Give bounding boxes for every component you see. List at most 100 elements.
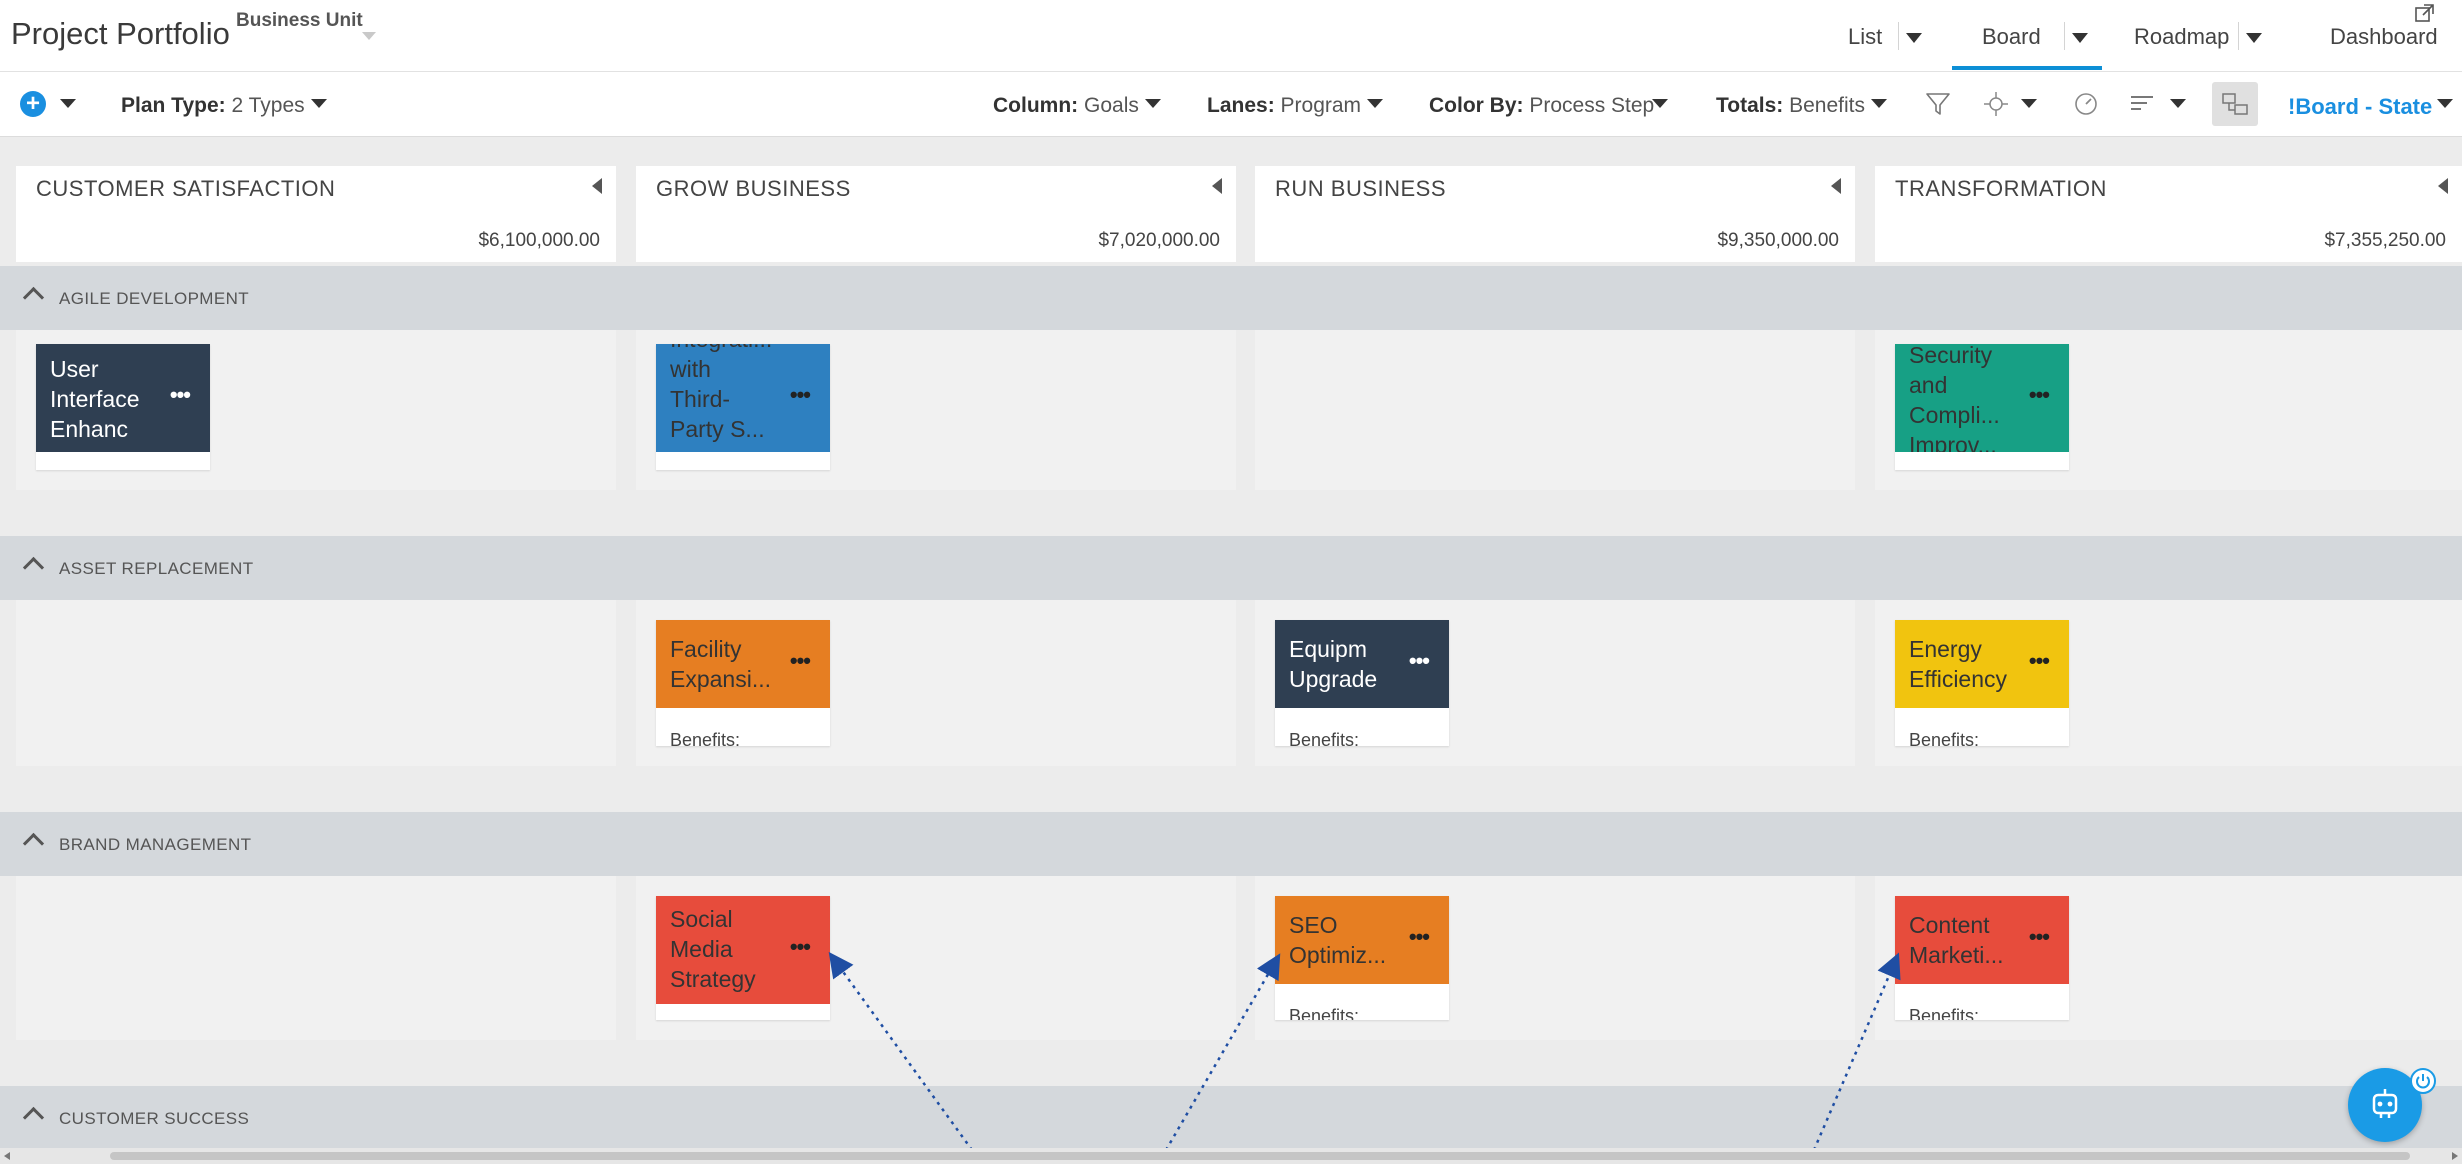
list-options-caret-icon[interactable] bbox=[1906, 33, 1922, 43]
lanes-caret-icon[interactable] bbox=[1367, 99, 1383, 108]
more-options-icon[interactable]: ••• bbox=[1409, 924, 1430, 950]
power-badge-icon[interactable] bbox=[2410, 1068, 2436, 1094]
card-title: Security and Compli... Improv... bbox=[1909, 344, 2000, 452]
crosshair-move-icon[interactable] bbox=[1982, 90, 2010, 118]
move-options-caret-icon[interactable] bbox=[2021, 99, 2037, 108]
more-options-icon[interactable]: ••• bbox=[790, 382, 811, 408]
card-header: Facility Expansi... ••• bbox=[656, 620, 830, 708]
lane-header-brand-management[interactable]: BRAND MANAGEMENT bbox=[0, 812, 2462, 876]
more-options-icon[interactable]: ••• bbox=[790, 934, 811, 960]
column-selector[interactable]: Column: Goals bbox=[993, 94, 1139, 118]
project-card[interactable]: Security and Compli... Improv... ••• bbox=[1895, 344, 2069, 470]
sort-caret-icon[interactable] bbox=[2170, 99, 2186, 108]
lanes-selector[interactable]: Lanes: Program bbox=[1207, 94, 1361, 118]
column-total: $7,355,250.00 bbox=[2324, 230, 2446, 251]
plan-type-label: Plan Type: bbox=[121, 94, 226, 117]
dependency-toggle-icon bbox=[2222, 93, 2248, 115]
tab-roadmap[interactable]: Roadmap bbox=[2134, 24, 2229, 50]
collapse-column-icon[interactable] bbox=[1831, 178, 1841, 194]
column-value: Goals bbox=[1084, 94, 1139, 117]
more-options-icon[interactable]: ••• bbox=[2029, 648, 2050, 674]
more-options-icon[interactable]: ••• bbox=[790, 648, 811, 674]
project-card[interactable]: SEO Optimiz... ••• Benefits: bbox=[1275, 896, 1449, 1020]
tab-list[interactable]: List bbox=[1848, 24, 1882, 50]
chevron-up-icon[interactable] bbox=[22, 286, 45, 309]
lane-title: AGILE DEVELOPMENT bbox=[59, 289, 250, 308]
column-header-grow-business: GROW BUSINESS $7,020,000.00 bbox=[636, 166, 1236, 262]
more-options-icon[interactable]: ••• bbox=[2029, 924, 2050, 950]
power-icon bbox=[2416, 1074, 2430, 1089]
card-benefits: Benefits: bbox=[1289, 730, 1360, 746]
top-navigation: Project Portfolio Business Unit List Boa… bbox=[0, 0, 2462, 72]
column-title: TRANSFORMATION bbox=[1895, 176, 2107, 201]
totals-value: Benefits bbox=[1789, 94, 1866, 117]
project-card[interactable]: Equipm Upgrade ••• Benefits: bbox=[1275, 620, 1449, 746]
project-card[interactable]: Facility Expansi... ••• Benefits: bbox=[656, 620, 830, 746]
column-header-customer-satisfaction: CUSTOMER SATISFACTION $6,100,000.00 bbox=[16, 166, 616, 262]
column-title: RUN BUSINESS bbox=[1275, 176, 1447, 201]
color-by-label: Color By: bbox=[1429, 94, 1524, 117]
color-by-caret-icon[interactable] bbox=[1652, 99, 1668, 108]
card-title: Equipm Upgrade bbox=[1289, 636, 1378, 692]
project-card[interactable]: User Interface Enhanc ••• bbox=[36, 344, 210, 470]
chevron-up-icon[interactable] bbox=[22, 832, 45, 855]
card-title: User Interface Enhanc bbox=[50, 356, 140, 442]
scroll-right-icon[interactable] bbox=[2452, 1152, 2458, 1160]
business-unit-selector[interactable]: Business Unit bbox=[236, 10, 363, 32]
scrollbar-thumb[interactable] bbox=[110, 1152, 2410, 1160]
plan-type-caret-icon[interactable] bbox=[311, 99, 327, 108]
active-tab-indicator bbox=[1952, 66, 2102, 70]
collapse-column-icon[interactable] bbox=[1212, 178, 1222, 194]
view-state-caret-icon[interactable] bbox=[2437, 99, 2453, 108]
nav-divider bbox=[2238, 22, 2239, 50]
lanes-label: Lanes: bbox=[1207, 94, 1275, 117]
roadmap-options-caret-icon[interactable] bbox=[2246, 33, 2262, 43]
totals-selector[interactable]: Totals: Benefits bbox=[1716, 94, 1865, 118]
chevron-up-icon[interactable] bbox=[22, 556, 45, 579]
funnel-icon[interactable] bbox=[1924, 90, 1952, 118]
color-by-selector[interactable]: Color By: Process Step bbox=[1429, 94, 1654, 118]
dependency-toggle-button[interactable] bbox=[2212, 82, 2258, 126]
view-state-selector[interactable]: !Board - State bbox=[2288, 94, 2432, 120]
more-options-icon[interactable]: ••• bbox=[1409, 648, 1430, 674]
plan-type-value: 2 Types bbox=[231, 94, 305, 117]
more-options-icon[interactable]: ••• bbox=[2029, 382, 2050, 408]
card-benefits: Benefits: bbox=[1909, 1006, 1980, 1020]
add-options-caret-icon[interactable] bbox=[60, 99, 76, 108]
business-unit-caret-icon[interactable] bbox=[362, 32, 376, 40]
board-options-caret-icon[interactable] bbox=[2072, 33, 2088, 43]
chevron-up-icon[interactable] bbox=[22, 1106, 45, 1129]
column-caret-icon[interactable] bbox=[1145, 99, 1161, 108]
card-title: Energy Efficiency bbox=[1909, 636, 2008, 692]
collapse-column-icon[interactable] bbox=[2438, 178, 2448, 194]
project-card[interactable]: Social Media Strategy ••• bbox=[656, 896, 830, 1020]
project-card[interactable]: Content Marketi... ••• Benefits: bbox=[1895, 896, 2069, 1020]
totals-caret-icon[interactable] bbox=[1871, 99, 1887, 108]
lane-header-agile-development[interactable]: AGILE DEVELOPMENT bbox=[0, 266, 2462, 330]
lane-header-customer-success[interactable]: CUSTOMER SUCCESS bbox=[0, 1086, 2462, 1150]
tab-dashboard[interactable]: Dashboard bbox=[2330, 24, 2438, 50]
card-benefits: Benefits: bbox=[670, 730, 741, 746]
card-title: Content Marketi... bbox=[1909, 912, 2004, 968]
column-header-transformation: TRANSFORMATION $7,355,250.00 bbox=[1875, 166, 2462, 262]
scroll-left-icon[interactable] bbox=[4, 1152, 10, 1160]
column-title: CUSTOMER SATISFACTION bbox=[36, 176, 336, 201]
horizontal-scrollbar[interactable] bbox=[0, 1148, 2462, 1164]
speedometer-icon[interactable] bbox=[2072, 90, 2100, 118]
open-new-window-icon[interactable] bbox=[2414, 2, 2436, 24]
more-options-icon[interactable]: ••• bbox=[170, 382, 191, 408]
card-title: Facility Expansi... bbox=[670, 636, 771, 692]
project-card[interactable]: Integrati... with Third-Party S... ••• bbox=[656, 344, 830, 470]
column-total: $9,350,000.00 bbox=[1717, 230, 1839, 251]
column-total: $7,020,000.00 bbox=[1098, 230, 1220, 251]
lane-header-asset-replacement[interactable]: ASSET REPLACEMENT bbox=[0, 536, 2462, 600]
project-card[interactable]: Energy Efficiency ••• Benefits: bbox=[1895, 620, 2069, 746]
collapse-column-icon[interactable] bbox=[592, 178, 602, 194]
app-title: Project Portfolio bbox=[11, 16, 230, 51]
card-header: User Interface Enhanc ••• bbox=[36, 344, 210, 452]
plan-type-filter[interactable]: Plan Type: 2 Types bbox=[121, 94, 305, 118]
lines-sort-icon[interactable] bbox=[2128, 90, 2156, 118]
column-total: $6,100,000.00 bbox=[478, 230, 600, 251]
plus-circle-icon[interactable]: + bbox=[20, 91, 46, 117]
tab-board[interactable]: Board bbox=[1982, 24, 2041, 50]
